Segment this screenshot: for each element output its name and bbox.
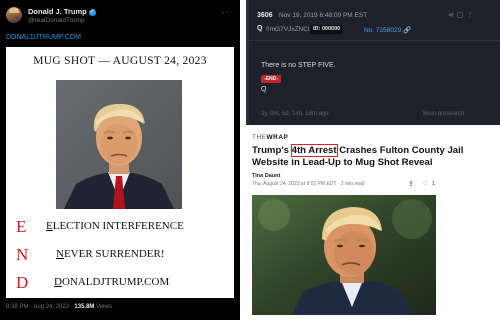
post-id-badge: ID: 000000 bbox=[310, 25, 344, 34]
end-line-remainder: EVER SURRENDER! bbox=[63, 248, 165, 260]
end-line-remainder: ONALDJTRUMP.COM bbox=[61, 276, 170, 288]
tweet-media-image[interactable]: MUG SHOT — AUGUST 24, 2023 E ELECTION IN… bbox=[6, 47, 234, 298]
post-actions: ⋖▢⋮ bbox=[448, 11, 477, 19]
more-options-icon[interactable]: ··· bbox=[222, 8, 233, 17]
tweet-timestamp[interactable]: 9:38 PM · Aug 24, 2023 · bbox=[6, 304, 73, 310]
post-age: 3y, 9m, 5d, 14h, 18m ago bbox=[261, 111, 329, 117]
end-letter: E bbox=[16, 217, 27, 236]
poster-title: MUG SHOT — AUGUST 24, 2023 bbox=[33, 55, 207, 67]
mug-shot-photo bbox=[56, 80, 182, 209]
post-body: There is no STEP FIVE. bbox=[261, 62, 336, 69]
tweet-card: Donald J. Trump ✓ @realDonaldTrump ··· DO… bbox=[0, 0, 240, 320]
comment-icon[interactable]: ◌ bbox=[423, 180, 427, 187]
copy-icon[interactable]: ▢ bbox=[457, 12, 467, 19]
author-name[interactable]: Donald J. Trump ✓ bbox=[28, 7, 96, 16]
end-line-text: ELECTION INTERFERENCE bbox=[46, 220, 184, 232]
comment-count: 1 bbox=[432, 181, 436, 187]
end-line-text: NEVER SURRENDER! bbox=[56, 248, 164, 260]
author-name-text: Donald J. Trump bbox=[28, 7, 87, 16]
tweet-link[interactable]: DONALDJTRUMP.COM bbox=[6, 34, 81, 41]
logo-prefix: THE bbox=[252, 134, 267, 141]
more-icon[interactable]: ⋮ bbox=[467, 12, 477, 19]
post-signature: Q bbox=[261, 86, 267, 93]
post-author: Q bbox=[257, 25, 263, 32]
end-line-initial: E bbox=[46, 220, 53, 232]
post-number: 3606 bbox=[257, 12, 273, 19]
post-card: 3606 Nov 19, 2019 6:48:09 PM EST ⋖▢⋮ Q !… bbox=[246, 0, 500, 125]
post-tag: -END- bbox=[261, 75, 281, 83]
end-line-text: DONALDJTRUMP.COM bbox=[54, 276, 169, 288]
post-tripcode: !!mG7VJxZNCI bbox=[266, 26, 310, 33]
headline-highlight: 4th Arrest bbox=[290, 144, 338, 157]
post-date: Nov 19, 2019 6:48:09 PM EST bbox=[279, 12, 368, 19]
link-icon: 🔗 bbox=[403, 27, 412, 34]
post-source[interactable]: 8kun qresearch bbox=[423, 111, 464, 117]
screenshot-composite: Donald J. Trump ✓ @realDonaldTrump ··· DO… bbox=[0, 0, 500, 320]
logo-name: WRAP bbox=[266, 134, 289, 141]
headline-start: Trump's bbox=[252, 145, 292, 156]
article-photo bbox=[252, 195, 436, 315]
end-line-initial: D bbox=[54, 276, 62, 288]
publication-logo[interactable]: THEWRAP bbox=[252, 134, 288, 141]
post-link-text[interactable]: No. 7358029 bbox=[364, 27, 401, 34]
tweet-metadata: 9:38 PM · Aug 24, 2023 · 135.8M Views bbox=[6, 304, 112, 310]
end-letter: N bbox=[16, 245, 29, 264]
news-article: THEWRAP Trump's 4th Arrest Crashes Fulto… bbox=[246, 125, 500, 320]
article-author[interactable]: Tina Daunt bbox=[252, 173, 280, 179]
end-line-remainder: LECTION INTERFERENCE bbox=[52, 220, 184, 232]
divider bbox=[249, 40, 500, 41]
post-link[interactable]: No. 7358029 🔗 bbox=[364, 26, 411, 34]
end-letter: D bbox=[16, 273, 29, 292]
share-icon[interactable]: ⇪ bbox=[408, 180, 414, 188]
article-date: Thu, August 24, 2023 at 9:02 PM EDT · 2 … bbox=[252, 181, 365, 187]
share-icon[interactable]: ⋖ bbox=[448, 12, 457, 19]
views-count: 135.8M bbox=[74, 304, 95, 310]
verified-badge-icon: ✓ bbox=[88, 9, 96, 16]
author-handle[interactable]: @realDonaldTrump bbox=[28, 17, 85, 24]
avatar[interactable] bbox=[6, 7, 22, 23]
article-headline[interactable]: Trump's 4th Arrest Crashes Fulton County… bbox=[252, 144, 496, 168]
views-label: Views bbox=[96, 304, 112, 310]
end-line-initial: N bbox=[56, 248, 64, 260]
